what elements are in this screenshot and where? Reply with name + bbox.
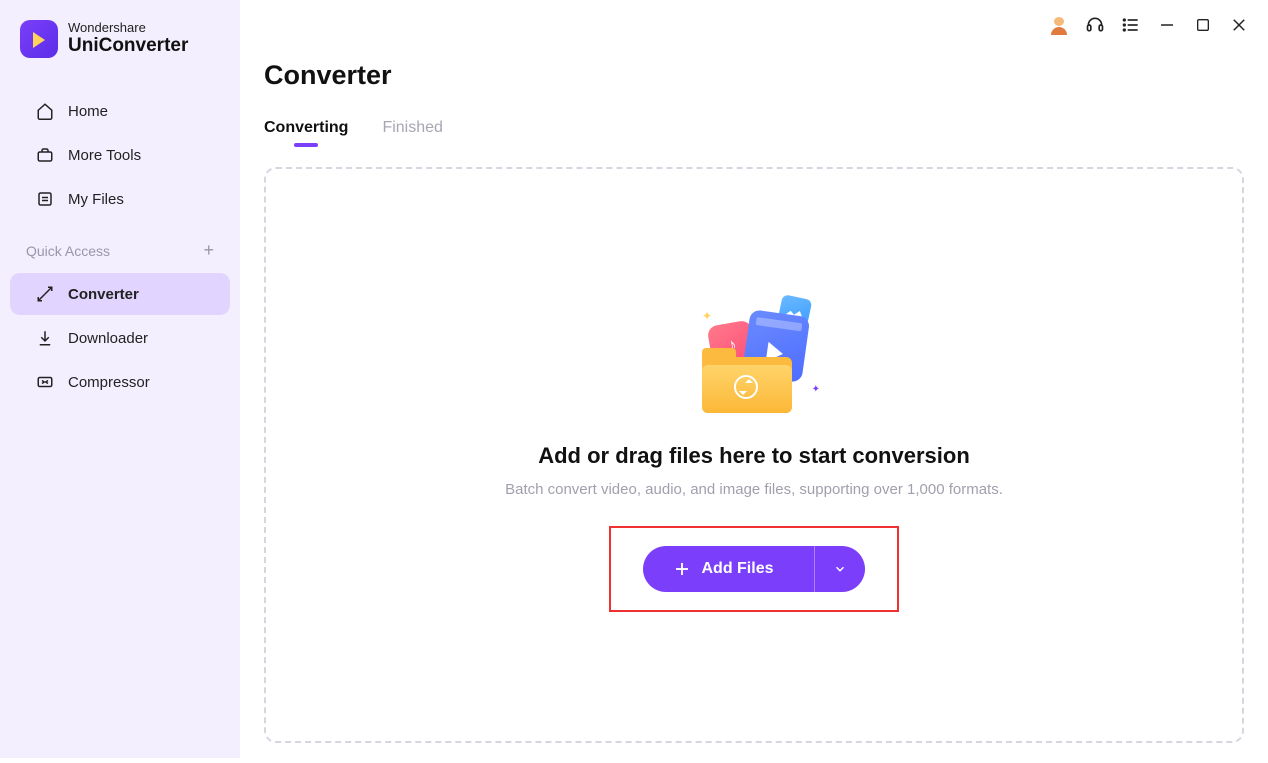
add-files-button-group: Add Files bbox=[643, 546, 864, 592]
page-title: Converter bbox=[264, 60, 1244, 91]
sidebar-item-compressor[interactable]: Compressor bbox=[10, 361, 230, 403]
converter-icon bbox=[36, 285, 54, 303]
logo-icon bbox=[20, 20, 58, 58]
menu-button[interactable] bbox=[1120, 14, 1142, 36]
support-button[interactable] bbox=[1084, 14, 1106, 36]
content: Converter Converting Finished ✦ ♪ ✦ Add … bbox=[240, 0, 1268, 763]
dropzone-subtitle: Batch convert video, audio, and image fi… bbox=[505, 481, 1003, 498]
minimize-icon bbox=[1158, 16, 1176, 34]
app-logo: Wondershare UniConverter bbox=[0, 20, 240, 78]
plus-icon bbox=[673, 560, 691, 578]
sidebar-item-label: Converter bbox=[68, 286, 139, 303]
user-avatar-icon bbox=[1048, 14, 1070, 36]
sidebar: Wondershare UniConverter Home More Tools… bbox=[0, 0, 240, 758]
files-icon bbox=[36, 190, 54, 208]
tab-finished[interactable]: Finished bbox=[382, 119, 442, 145]
brand-top: Wondershare bbox=[68, 21, 188, 35]
sparkle-icon: ✦ bbox=[812, 384, 820, 395]
close-icon bbox=[1230, 16, 1248, 34]
quick-access-label: Quick Access bbox=[26, 243, 110, 259]
logo-text: Wondershare UniConverter bbox=[68, 21, 188, 56]
maximize-button[interactable] bbox=[1192, 14, 1214, 36]
brand-name: UniConverter bbox=[68, 36, 188, 57]
sidebar-item-my-files[interactable]: My Files bbox=[10, 178, 230, 220]
download-icon bbox=[36, 329, 54, 347]
sidebar-item-label: Home bbox=[68, 103, 108, 120]
refresh-arrows-icon bbox=[734, 375, 758, 399]
tab-converting[interactable]: Converting bbox=[264, 119, 348, 145]
chevron-down-icon bbox=[833, 562, 847, 576]
minimize-button[interactable] bbox=[1156, 14, 1178, 36]
main-area: Converter Converting Finished ✦ ♪ ✦ Add … bbox=[240, 0, 1268, 758]
compress-icon bbox=[36, 373, 54, 391]
account-button[interactable] bbox=[1048, 14, 1070, 36]
add-files-button[interactable]: Add Files bbox=[643, 546, 813, 592]
file-dropzone[interactable]: ✦ ♪ ✦ Add or drag files here to start co… bbox=[264, 167, 1244, 743]
home-icon bbox=[36, 102, 54, 120]
tab-label: Converting bbox=[264, 119, 348, 136]
quick-access-header: Quick Access + bbox=[0, 226, 240, 271]
add-files-dropdown-button[interactable] bbox=[814, 546, 865, 592]
titlebar bbox=[1030, 0, 1268, 50]
sidebar-item-label: My Files bbox=[68, 191, 124, 208]
menu-list-icon bbox=[1121, 15, 1141, 35]
sidebar-item-label: Downloader bbox=[68, 330, 148, 347]
sparkle-icon: ✦ bbox=[702, 309, 712, 323]
sidebar-item-downloader[interactable]: Downloader bbox=[10, 317, 230, 359]
sidebar-item-home[interactable]: Home bbox=[10, 90, 230, 132]
sidebar-item-more-tools[interactable]: More Tools bbox=[10, 134, 230, 176]
toolbox-icon bbox=[36, 146, 54, 164]
add-quick-access-icon[interactable]: + bbox=[203, 240, 214, 261]
add-files-highlight: Add Files bbox=[609, 526, 898, 612]
sidebar-item-label: Compressor bbox=[68, 374, 150, 391]
sidebar-nav: Home More Tools My Files Quick Access + … bbox=[0, 90, 240, 403]
tabs: Converting Finished bbox=[264, 119, 1244, 145]
add-files-label: Add Files bbox=[701, 560, 773, 578]
sidebar-item-label: More Tools bbox=[68, 147, 141, 164]
tab-label: Finished bbox=[382, 119, 442, 136]
maximize-icon bbox=[1195, 17, 1211, 33]
dropzone-illustration: ✦ ♪ ✦ bbox=[684, 299, 824, 419]
headset-icon bbox=[1085, 15, 1105, 35]
close-button[interactable] bbox=[1228, 14, 1250, 36]
dropzone-title: Add or drag files here to start conversi… bbox=[538, 443, 970, 469]
sidebar-item-converter[interactable]: Converter bbox=[10, 273, 230, 315]
